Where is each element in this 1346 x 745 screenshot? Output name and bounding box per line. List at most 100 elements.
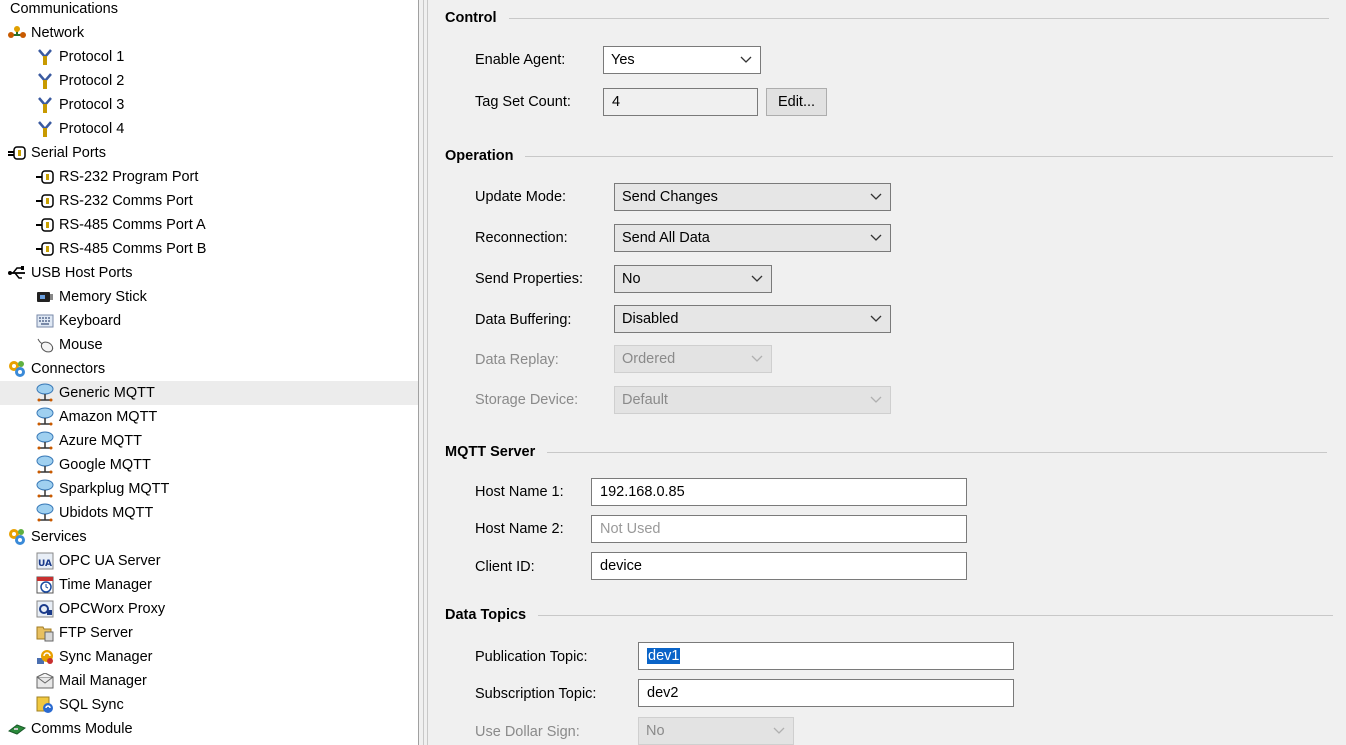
cloud-mqtt-icon bbox=[36, 407, 54, 426]
tree-item-label: Protocol 3 bbox=[59, 97, 125, 113]
tree-item-protocol-4[interactable]: Protocol 4 bbox=[0, 117, 418, 141]
tree-item-label: Generic MQTT bbox=[59, 385, 155, 401]
tree-item-label: OPC UA Server bbox=[59, 553, 161, 569]
tree-item-keyboard[interactable]: Keyboard bbox=[0, 309, 418, 333]
tree-item-connectors[interactable]: Connectors bbox=[0, 357, 418, 381]
tree-item-label: Mouse bbox=[59, 337, 103, 353]
subscription-topic-input[interactable]: dev2 bbox=[638, 679, 1014, 707]
section-title: Control bbox=[445, 10, 497, 26]
serial-port-icon bbox=[36, 240, 54, 258]
tree-item-protocol-1[interactable]: Protocol 1 bbox=[0, 45, 418, 69]
tree-item-rs232-comms-port[interactable]: RS-232 Comms Port bbox=[0, 189, 418, 213]
send-properties-dropdown[interactable]: No bbox=[614, 265, 772, 293]
tree-item-usb-host-ports[interactable]: USB Host Ports bbox=[0, 261, 418, 285]
tree-item-label: Services bbox=[31, 529, 87, 545]
enable-agent-label: Enable Agent: bbox=[475, 52, 566, 68]
tree-item-services[interactable]: Services bbox=[0, 525, 418, 549]
reconnection-value: Send All Data bbox=[622, 230, 710, 246]
pane-splitter[interactable] bbox=[420, 0, 428, 745]
chevron-down-icon bbox=[773, 727, 785, 734]
tree-item-memory-stick[interactable]: Memory Stick bbox=[0, 285, 418, 309]
send-properties-value: No bbox=[622, 271, 641, 287]
tree-item-label: Azure MQTT bbox=[59, 433, 142, 449]
tree-item-google-mqtt[interactable]: Google MQTT bbox=[0, 453, 418, 477]
sync-manager-icon bbox=[36, 648, 54, 666]
tree-item-generic-mqtt[interactable]: Generic MQTT bbox=[0, 381, 418, 405]
tree-item-serial-ports[interactable]: Serial Ports bbox=[0, 141, 418, 165]
data-buffering-dropdown[interactable]: Disabled bbox=[614, 305, 891, 333]
connectors-icon bbox=[8, 360, 26, 378]
tree-item-mail-manager[interactable]: Mail Manager bbox=[0, 669, 418, 693]
client-id-value: device bbox=[600, 558, 642, 574]
tree-item-rs485-comms-port-a[interactable]: RS-485 Comms Port A bbox=[0, 213, 418, 237]
tree-item-protocol-3[interactable]: Protocol 3 bbox=[0, 93, 418, 117]
keyboard-icon bbox=[36, 312, 54, 330]
tree-item-opcworx-proxy[interactable]: OPCWorx Proxy bbox=[0, 597, 418, 621]
tree-item-ubidots-mqtt[interactable]: Ubidots MQTT bbox=[0, 501, 418, 525]
publication-topic-label: Publication Topic: bbox=[475, 649, 588, 665]
section-operation: Operation bbox=[445, 148, 1334, 164]
enable-agent-dropdown[interactable]: Yes bbox=[603, 46, 761, 74]
opcworx-icon bbox=[36, 600, 54, 618]
tree-item-label: Protocol 1 bbox=[59, 49, 125, 65]
mouse-icon bbox=[36, 336, 54, 354]
serial-port-icon bbox=[8, 144, 26, 162]
tree-item-ftp-server[interactable]: FTP Server bbox=[0, 621, 418, 645]
tree-item-label: Memory Stick bbox=[59, 289, 147, 305]
host-name-2-label: Host Name 2: bbox=[475, 521, 564, 537]
subscription-topic-label: Subscription Topic: bbox=[475, 686, 597, 702]
host-name-2-input[interactable]: Not Used bbox=[591, 515, 967, 543]
data-replay-dropdown: Ordered bbox=[614, 345, 772, 373]
storage-device-value: Default bbox=[622, 392, 668, 408]
network-icon bbox=[8, 24, 26, 42]
opc-ua-icon: UA bbox=[36, 552, 54, 570]
tree-item-amazon-mqtt[interactable]: Amazon MQTT bbox=[0, 405, 418, 429]
host-name-1-label: Host Name 1: bbox=[475, 484, 564, 500]
protocol-icon bbox=[36, 96, 54, 114]
serial-port-icon bbox=[36, 192, 54, 210]
cloud-mqtt-icon bbox=[36, 503, 54, 522]
tree-item-time-manager[interactable]: Time Manager bbox=[0, 573, 418, 597]
serial-port-icon bbox=[36, 168, 54, 186]
tree-item-mouse[interactable]: Mouse bbox=[0, 333, 418, 357]
client-id-input[interactable]: device bbox=[591, 552, 967, 580]
publication-topic-input[interactable]: dev1 bbox=[638, 642, 1014, 670]
tree-item-label: Google MQTT bbox=[59, 457, 151, 473]
tree-item-rs485-comms-port-b[interactable]: RS-485 Comms Port B bbox=[0, 237, 418, 261]
edit-button[interactable]: Edit... bbox=[766, 88, 827, 116]
comms-module-icon bbox=[8, 720, 26, 738]
cloud-mqtt-icon bbox=[36, 383, 54, 402]
host-name-2-placeholder: Not Used bbox=[600, 521, 661, 537]
sql-sync-icon bbox=[36, 696, 54, 714]
tree-item-communications[interactable]: Communications bbox=[10, 0, 418, 21]
navigation-tree[interactable]: Communications Network Protocol 1 Protoc… bbox=[0, 0, 419, 745]
use-dollar-sign-value: No bbox=[646, 723, 665, 739]
section-control: Control bbox=[445, 10, 1329, 26]
tree-item-azure-mqtt[interactable]: Azure MQTT bbox=[0, 429, 418, 453]
tree-item-label: Sync Manager bbox=[59, 649, 153, 665]
tree-item-sparkplug-mqtt[interactable]: Sparkplug MQTT bbox=[0, 477, 418, 501]
subscription-topic-value: dev2 bbox=[647, 685, 679, 701]
tree-item-label: Protocol 2 bbox=[59, 73, 125, 89]
tree-item-sync-manager[interactable]: Sync Manager bbox=[0, 645, 418, 669]
tree-item-network[interactable]: Network bbox=[0, 21, 418, 45]
section-mqtt-server: MQTT Server bbox=[445, 444, 1328, 460]
section-data-topics: Data Topics bbox=[445, 607, 1334, 623]
mail-icon bbox=[36, 672, 54, 690]
tree-item-sql-sync[interactable]: SQL Sync bbox=[0, 693, 418, 717]
tree-item-label: OPCWorx Proxy bbox=[59, 601, 166, 617]
section-title: MQTT Server bbox=[445, 444, 536, 460]
reconnection-dropdown[interactable]: Send All Data bbox=[614, 224, 891, 252]
tree-item-label: Communications bbox=[10, 1, 118, 17]
services-icon bbox=[8, 528, 26, 546]
tree-item-rs232-program-port[interactable]: RS-232 Program Port bbox=[0, 165, 418, 189]
storage-device-dropdown: Default bbox=[614, 386, 891, 414]
chevron-down-icon bbox=[751, 275, 763, 282]
update-mode-dropdown[interactable]: Send Changes bbox=[614, 183, 891, 211]
host-name-1-input[interactable]: 192.168.0.85 bbox=[591, 478, 967, 506]
ftp-server-icon bbox=[36, 624, 54, 642]
enable-agent-value: Yes bbox=[611, 52, 635, 68]
tree-item-protocol-2[interactable]: Protocol 2 bbox=[0, 69, 418, 93]
tree-item-opc-ua-server[interactable]: UA OPC UA Server bbox=[0, 549, 418, 573]
tree-item-comms-module[interactable]: Comms Module bbox=[0, 717, 418, 741]
